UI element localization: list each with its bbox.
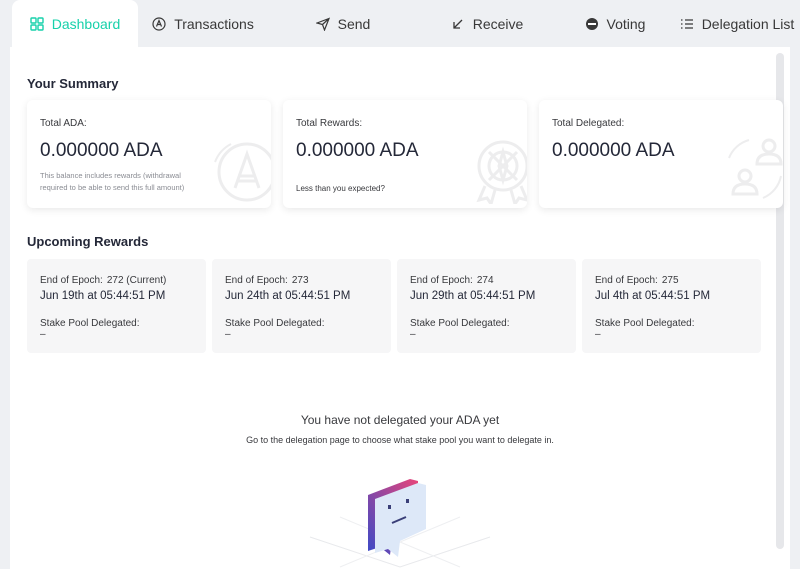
send-icon bbox=[315, 16, 330, 31]
tab-send[interactable]: Send bbox=[268, 0, 418, 47]
receive-icon bbox=[453, 19, 463, 29]
epoch-card: End of Epoch: 273 Jun 24th at 05:44:51 PM… bbox=[212, 259, 391, 353]
total-ada-card: Total ADA: 0.000000 ADA This balance inc… bbox=[27, 100, 271, 208]
dashboard-icon bbox=[30, 16, 44, 31]
stake-pool-label: Stake Pool Delegated: bbox=[595, 318, 695, 329]
ada-coin-icon bbox=[214, 142, 271, 202]
not-delegated-subtitle: Go to the delegation page to choose what… bbox=[246, 435, 554, 445]
epoch-date: Jun 19th at 05:44:51 PM bbox=[40, 290, 166, 302]
stake-pool-label: Stake Pool Delegated: bbox=[225, 318, 325, 329]
epoch-card: End of Epoch: 272 (Current) Jun 19th at 0… bbox=[27, 259, 206, 353]
total-delegated-card: Total Delegated: 0.000000 ADA bbox=[539, 100, 783, 208]
total-rewards-card: Total Rewards: 0.000000 ADA Less than yo… bbox=[283, 100, 527, 208]
dashboard-panel: Your Summary Total ADA: 0.000000 ADA Thi… bbox=[10, 47, 790, 569]
epoch-card: End of Epoch: 274 Jun 29th at 05:44:51 PM… bbox=[397, 259, 576, 353]
less-than-expected-link[interactable]: Less than you expected? bbox=[296, 184, 385, 193]
total-ada-amount: 0.000000 ADA bbox=[40, 140, 163, 161]
delegation-users-icon bbox=[728, 138, 783, 199]
stake-pool-value: – bbox=[595, 329, 601, 340]
epoch-line: End of Epoch: 274 bbox=[410, 275, 494, 286]
total-delegated-amount: 0.000000 ADA bbox=[552, 140, 675, 161]
epoch-line: End of Epoch: 273 bbox=[225, 275, 309, 286]
stake-pool-label: Stake Pool Delegated: bbox=[40, 318, 140, 329]
total-rewards-label: Total Rewards: bbox=[296, 118, 363, 129]
epoch-label: End of Epoch: bbox=[595, 275, 658, 286]
stake-pool-value: – bbox=[40, 329, 46, 340]
epoch-label: End of Epoch: bbox=[410, 275, 473, 286]
sad-face-illustration bbox=[309, 479, 491, 568]
epoch-number: 273 bbox=[291, 275, 309, 286]
epoch-number: 275 bbox=[661, 275, 679, 286]
stake-pool-value: – bbox=[410, 329, 416, 340]
tab-transactions-label: Transactions bbox=[174, 15, 254, 32]
tab-receive-label: Receive bbox=[472, 15, 524, 32]
epoch-date: Jul 4th at 05:44:51 PM bbox=[595, 290, 711, 302]
epoch-line: End of Epoch: 272 (Current) bbox=[40, 275, 166, 286]
list-icon bbox=[680, 18, 693, 29]
tab-voting[interactable]: Voting bbox=[556, 0, 674, 47]
tab-receive[interactable]: Receive bbox=[418, 0, 556, 47]
tab-delegation-list-label: Delegation List bbox=[701, 15, 795, 32]
tab-dashboard-label: Dashboard bbox=[51, 15, 121, 32]
tab-bar: Dashboard Transactions Send Receive Voti… bbox=[0, 0, 800, 47]
upcoming-rewards-title: Upcoming Rewards bbox=[27, 234, 149, 249]
epoch-date: Jun 24th at 05:44:51 PM bbox=[225, 290, 351, 302]
voting-icon bbox=[585, 17, 598, 30]
stake-pool-label: Stake Pool Delegated: bbox=[410, 318, 510, 329]
tab-delegation-list[interactable]: Delegation List bbox=[674, 0, 800, 47]
stake-pool-value: – bbox=[225, 329, 231, 340]
epoch-line: End of Epoch: 275 bbox=[595, 275, 679, 286]
tab-dashboard[interactable]: Dashboard bbox=[12, 0, 138, 47]
epoch-number: 274 bbox=[476, 275, 494, 286]
epoch-label: End of Epoch: bbox=[40, 275, 103, 286]
summary-title: Your Summary bbox=[27, 76, 119, 91]
total-ada-label: Total ADA: bbox=[40, 118, 87, 129]
epoch-number: 272 (Current) bbox=[106, 275, 167, 286]
epoch-card: End of Epoch: 275 Jul 4th at 05:44:51 PM … bbox=[582, 259, 761, 353]
tab-voting-label: Voting bbox=[606, 15, 646, 32]
tab-transactions[interactable]: Transactions bbox=[138, 0, 268, 47]
not-delegated-title: You have not delegated your ADA yet bbox=[300, 413, 500, 427]
total-delegated-label: Total Delegated: bbox=[552, 118, 625, 129]
total-ada-note: This balance includes rewards (withdrawa… bbox=[40, 171, 185, 192]
rewards-icon bbox=[476, 140, 527, 204]
epoch-label: End of Epoch: bbox=[225, 275, 288, 286]
total-rewards-amount: 0.000000 ADA bbox=[296, 140, 419, 161]
epoch-date: Jun 29th at 05:44:51 PM bbox=[410, 290, 536, 302]
transactions-icon bbox=[152, 16, 166, 31]
tab-send-label: Send bbox=[337, 15, 371, 32]
